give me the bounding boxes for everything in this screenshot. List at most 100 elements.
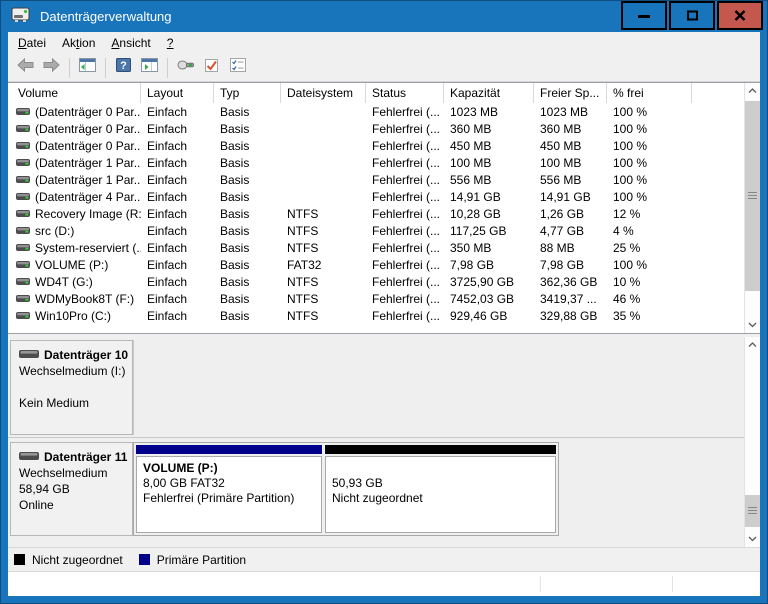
partition-body: VOLUME (P:) 8,00 GB FAT32 Fehlerfrei (Prim… — [136, 456, 322, 533]
disk-title: Datenträger 10 — [19, 347, 128, 363]
menu-item-datei[interactable]: Datei — [10, 33, 54, 53]
toolbar-forward-button[interactable] — [40, 57, 63, 79]
forward-icon — [43, 57, 60, 77]
toolbar-properties-button[interactable] — [174, 57, 197, 79]
chevron-down-icon — [748, 322, 757, 328]
disk-row-datentr-ger-10: Datenträger 10 Wechselmedium (I:) Kein Me… — [10, 340, 742, 435]
volume-table-header: Volume Layout Typ Dateisystem Status Kapazitä… — [8, 83, 744, 103]
volume-cell: 88 MB — [540, 240, 575, 255]
menu-item-ansicht[interactable]: Ansicht — [103, 33, 158, 53]
volume-row[interactable]: (Datenträger 1 Par... Einfach Basis Fehlerf… — [8, 154, 744, 171]
volume-name-cell: WDMyBook8T (F:) — [8, 292, 141, 306]
graphical-view-scrollbar[interactable] — [744, 337, 760, 547]
toolbar: ? — [8, 54, 760, 82]
legend-item: Primäre Partition — [138, 553, 246, 567]
volume-cell: 25 % — [613, 240, 641, 255]
volume-row[interactable]: (Datenträger 0 Par... Einfach Basis Fehlerf… — [8, 137, 744, 154]
toolbar-tasklist-button[interactable] — [226, 57, 249, 79]
column-header-4[interactable]: Status — [366, 83, 444, 103]
caption-buttons — [621, 1, 763, 30]
volume-cell: 46 % — [613, 291, 641, 306]
menu-item-[interactable]: ? — [159, 33, 182, 53]
volume-cell: Einfach — [147, 155, 188, 170]
volume-icon — [16, 207, 30, 221]
column-header-2[interactable]: Typ — [214, 83, 281, 103]
toolbar-action-pane-button[interactable] — [138, 57, 161, 79]
volume-row[interactable]: WDMyBook8T (F:) Einfach Basis NTFS Fehlerfre… — [8, 290, 744, 307]
volume-row[interactable]: System-reserviert (... Einfach Basis NTFS Fe… — [8, 239, 744, 256]
volume-label: Win10Pro (C:) — [35, 308, 112, 323]
menu-item-aktion[interactable]: Aktion — [54, 33, 103, 53]
volume-row[interactable]: (Datenträger 4 Par... Einfach Basis Fehlerf… — [8, 188, 744, 205]
scrollbar-thumb[interactable] — [745, 495, 760, 527]
volume-label: (Datenträger 4 Par... — [35, 189, 141, 204]
scroll-down-button[interactable] — [745, 531, 760, 547]
column-header-5[interactable]: Kapazität — [444, 83, 534, 103]
volume-cell: Basis — [220, 240, 250, 255]
volume-row[interactable]: (Datenträger 1 Par... Einfach Basis Fehlerf… — [8, 171, 744, 188]
volume-cell: 12 % — [613, 206, 641, 221]
disk-name: Datenträger 10 — [44, 348, 129, 362]
volume-cell: NTFS — [287, 206, 319, 221]
volume-row[interactable]: (Datenträger 0 Par... Einfach Basis Fehlerf… — [8, 103, 744, 120]
volume-cell: NTFS — [287, 223, 319, 238]
scroll-up-button[interactable] — [745, 83, 760, 99]
volume-cell: 100 % — [613, 104, 648, 119]
volume-row[interactable]: WD4T (G:) Einfach Basis NTFS Fehlerfrei (...… — [8, 273, 744, 290]
disk-management-window: Datenträgerverwaltung Datei Aktion Ansicht… — [0, 0, 768, 604]
volume-name-cell: WD4T (G:) — [8, 275, 141, 289]
volume-row[interactable]: VOLUME (P:) Einfach Basis FAT32 Fehlerfrei (… — [8, 256, 744, 273]
partition-region[interactable]: VOLUME (P:) 8,00 GB FAT32 Fehlerfrei (Prim… — [136, 445, 322, 533]
volume-label: WDMyBook8T (F:) — [35, 291, 135, 306]
disk-info-line: Wechselmedium — [19, 466, 108, 480]
volume-cell: Einfach — [147, 223, 188, 238]
volume-name-cell: (Datenträger 4 Par... — [8, 190, 141, 204]
volume-row[interactable]: (Datenträger 0 Par... Einfach Basis Fehlerf… — [8, 120, 744, 137]
disk-header-cell[interactable]: Datenträger 11 Wechselmedium 58,94 GB Onlin… — [10, 442, 133, 536]
chevron-down-icon — [748, 536, 757, 542]
scroll-up-button[interactable] — [745, 337, 760, 353]
toolbar-help-button[interactable]: ? — [112, 57, 135, 79]
action-pane-icon — [141, 58, 158, 77]
scrollbar-track[interactable] — [745, 99, 760, 317]
volume-cell: 350 MB — [450, 240, 492, 255]
column-header-7[interactable]: % frei — [607, 83, 692, 103]
volume-cell: Basis — [220, 223, 250, 238]
volume-cell: Fehlerfrei (... — [372, 189, 441, 204]
volume-row[interactable]: Recovery Image (R:) Einfach Basis NTFS Fehle… — [8, 205, 744, 222]
volume-list-scrollbar[interactable] — [744, 83, 760, 333]
column-header-0[interactable]: Volume — [8, 83, 141, 103]
column-header-1[interactable]: Layout — [141, 83, 214, 103]
maximize-button[interactable] — [669, 1, 715, 30]
toolbar-check-button[interactable] — [200, 57, 223, 79]
column-header-6[interactable]: Freier Sp... — [534, 83, 607, 103]
column-header-3[interactable]: Dateisystem — [281, 83, 366, 103]
toolbar-console-tree-button[interactable] — [76, 57, 99, 79]
disk-graph-empty[interactable] — [133, 340, 742, 435]
volume-cell: Einfach — [147, 172, 188, 187]
disk-icon — [19, 449, 39, 465]
app-icon — [11, 6, 30, 26]
minimize-button[interactable] — [621, 1, 667, 30]
volume-row[interactable]: Win10Pro (C:) Einfach Basis NTFS Fehlerfrei … — [8, 307, 744, 324]
volume-cell: 100 % — [613, 138, 648, 153]
volume-cell: 14,91 GB — [540, 189, 591, 204]
menu-bar: Datei Aktion Ansicht? — [8, 32, 760, 54]
toolbar-separator — [167, 57, 168, 78]
scrollbar-track[interactable] — [745, 353, 760, 531]
volume-icon — [16, 292, 30, 306]
scroll-down-button[interactable] — [745, 317, 760, 333]
volume-cell: NTFS — [287, 291, 319, 306]
volume-icon — [16, 224, 30, 238]
close-button[interactable] — [717, 1, 763, 30]
toolbar-back-button[interactable] — [14, 57, 37, 79]
volume-cell: 10 % — [613, 274, 641, 289]
unallocated-region[interactable]: 50,93 GB Nicht zugeordnet — [325, 445, 556, 533]
scrollbar-thumb[interactable] — [745, 101, 760, 291]
volume-row[interactable]: src (D:) Einfach Basis NTFS Fehlerfrei (... 1… — [8, 222, 744, 239]
volume-label: WD4T (G:) — [35, 274, 93, 289]
volume-cell: Fehlerfrei (... — [372, 291, 441, 306]
partition-body: 50,93 GB Nicht zugeordnet — [325, 456, 556, 533]
disk-header-cell[interactable]: Datenträger 10 Wechselmedium (I:) Kein Me… — [10, 340, 133, 435]
volume-cell: FAT32 — [287, 257, 322, 272]
